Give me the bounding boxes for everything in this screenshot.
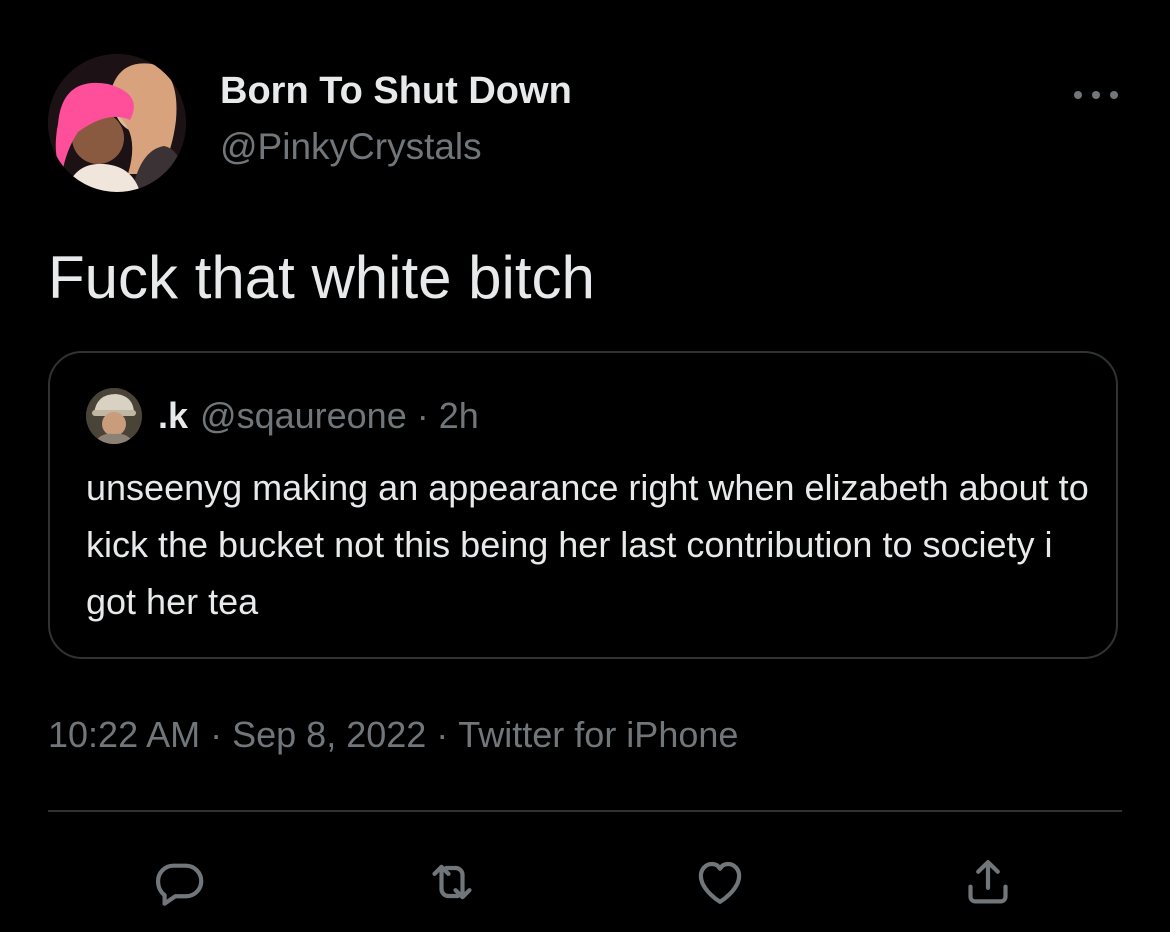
ellipsis-icon-dot — [1092, 91, 1100, 99]
user-info: Born To Shut Down @PinkyCrystals — [220, 68, 572, 170]
reply-icon — [155, 863, 204, 906]
share-button[interactable] — [958, 852, 1018, 912]
tweet-date[interactable]: Sep 8, 2022 — [232, 714, 426, 755]
tweet-metadata: 10:22 AM · Sep 8, 2022 · Twitter for iPhone — [48, 710, 738, 760]
avatar[interactable] — [48, 54, 186, 192]
heart-icon — [698, 861, 742, 904]
display-name[interactable]: Born To Shut Down — [220, 68, 572, 114]
quoted-avatar[interactable] — [86, 388, 142, 444]
tweet-header: Born To Shut Down @PinkyCrystals — [48, 54, 1122, 194]
action-bar — [0, 852, 1170, 912]
tweet-detail: Born To Shut Down @PinkyCrystals Fuck th… — [0, 0, 1170, 932]
quoted-tweet-card[interactable]: .k @sqaureone · 2h unseenyg making an ap… — [48, 351, 1118, 659]
quoted-tweet-text: unseenyg making an appearance right when… — [86, 467, 1089, 622]
tweet-text: Fuck that white bitch — [48, 244, 595, 311]
reply-button[interactable] — [150, 852, 210, 912]
ellipsis-icon — [1074, 91, 1082, 99]
quoted-tweet-header: .k @sqaureone · 2h — [86, 387, 479, 445]
quoted-timestamp: 2h — [438, 395, 479, 436]
tweet-time[interactable]: 10:22 AM — [48, 714, 200, 755]
more-options-button[interactable] — [1074, 80, 1118, 110]
divider — [48, 810, 1122, 812]
share-icon — [968, 860, 1008, 904]
ellipsis-icon-dot — [1110, 91, 1118, 99]
quoted-display-name[interactable]: .k — [158, 395, 188, 437]
retweet-icon — [432, 864, 472, 900]
like-button[interactable] — [690, 852, 750, 912]
avatar-image — [48, 54, 186, 192]
retweet-button[interactable] — [422, 852, 482, 912]
separator-dot: · — [210, 714, 223, 755]
quoted-handle[interactable]: @sqaureone — [200, 395, 407, 437]
user-handle[interactable]: @PinkyCrystals — [220, 124, 572, 170]
tweet-source[interactable]: Twitter for iPhone — [458, 714, 738, 755]
quoted-avatar-image — [86, 388, 142, 444]
separator-dot: · — [436, 714, 449, 755]
separator-dot: · — [416, 395, 429, 436]
